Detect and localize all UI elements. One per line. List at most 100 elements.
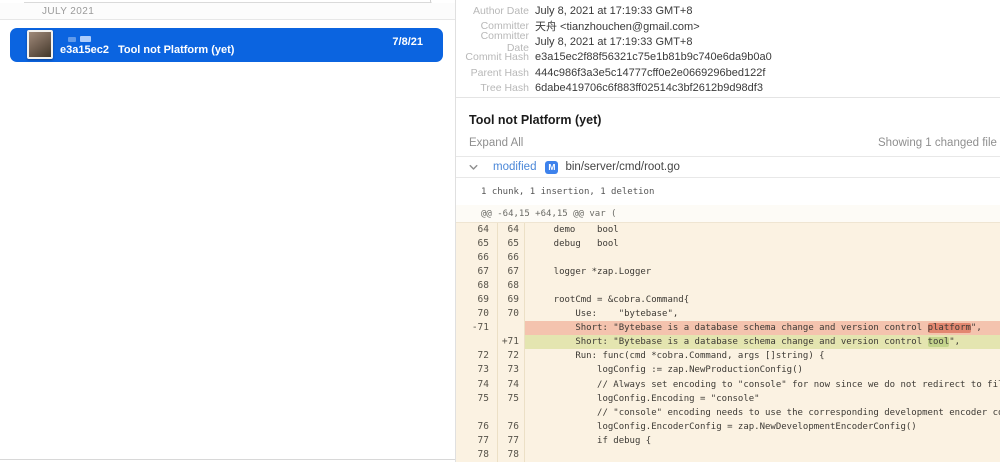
diff-row: 6565 debug bool	[456, 237, 1000, 251]
code-line: logger *zap.Logger	[525, 265, 1000, 279]
meta-label: Committer Date	[456, 30, 529, 54]
code-line: demo bool	[525, 223, 1000, 237]
meta-value: July 8, 2021 at 17:19:33 GMT+8	[535, 5, 692, 17]
commit-list-item-selected[interactable]: e3a15ec2 Tool not Platform (yet) 7/8/21	[10, 28, 443, 62]
diff-row: 6767 logger *zap.Logger	[456, 265, 1000, 279]
old-line-number: 68	[456, 279, 498, 293]
file-path[interactable]: bin/server/cmd/root.go	[565, 161, 679, 173]
changed-word-highlight: tool	[928, 337, 950, 347]
changed-file-header[interactable]: modified M bin/server/cmd/root.go	[456, 156, 1000, 178]
diff-row: 7777 if debug {	[456, 434, 1000, 448]
commit-summary-line: e3a15ec2 Tool not Platform (yet)	[60, 44, 234, 56]
timeline-section-header: JULY 2021	[0, 3, 455, 20]
commit-list-panel: JULY 2021 e3a15ec2 Tool not Platform (yet…	[0, 0, 455, 462]
expand-all-button[interactable]: Expand All	[469, 137, 523, 149]
new-line-number: +71	[498, 335, 525, 349]
meta-label: Tree Hash	[456, 82, 529, 94]
new-line-number	[498, 321, 525, 335]
diff-table: 6464 demo bool6565 debug bool66666767 lo…	[456, 223, 1000, 462]
commit-author-redacted-chip	[80, 36, 91, 42]
old-line-number	[456, 335, 498, 349]
meta-value: 天舟 <tianzhouchen@gmail.com>	[535, 18, 700, 34]
new-line-number: 67	[498, 265, 525, 279]
diff-row: -71 Short: "Bytebase is a database schem…	[456, 321, 1000, 335]
chevron-down-icon[interactable]	[468, 162, 479, 173]
new-line-number: 73	[498, 363, 525, 377]
code-line: logConfig.EncoderConfig = zap.NewDevelop…	[525, 420, 1000, 434]
commit-metadata: Author Date July 8, 2021 at 17:19:33 GMT…	[456, 3, 1000, 96]
code-line: Use: "bytebase",	[525, 307, 1000, 321]
code-line: Short: "Bytebase is a database schema ch…	[525, 321, 1000, 335]
meta-row: Commit Hash e3a15ec2f88f56321c75e1b81b9c…	[456, 50, 1000, 66]
bottom-divider	[0, 459, 455, 460]
old-line-number: 77	[456, 434, 498, 448]
changed-word-highlight: platform	[928, 323, 971, 333]
meta-label: Commit Hash	[456, 51, 529, 63]
code-line: logConfig.Encoding = "console"	[525, 392, 1000, 406]
commit-message: Tool not Platform (yet)	[118, 44, 235, 56]
meta-value: 6dabe419706c6f883ff02514c3bf2612b9d98df3	[535, 82, 763, 94]
old-line-number: 74	[456, 378, 498, 392]
old-line-number: 78	[456, 448, 498, 462]
new-line-number: 66	[498, 251, 525, 265]
diff-row: 7575 logConfig.Encoding = "console"	[456, 392, 1000, 406]
changes-summary: Showing 1 changed file with 1 add	[878, 137, 1000, 149]
code-line	[525, 279, 1000, 293]
new-line-number: 69	[498, 293, 525, 307]
old-line-number: 66	[456, 251, 498, 265]
old-line-number: 76	[456, 420, 498, 434]
modified-badge: M	[545, 161, 558, 174]
diff-row: 7676 logConfig.EncoderConfig = zap.NewDe…	[456, 420, 1000, 434]
commit-short-hash: e3a15ec2	[60, 44, 109, 56]
meta-row: Committer 天舟 <tianzhouchen@gmail.com>	[456, 19, 1000, 35]
diff-row: 6464 demo bool	[456, 223, 1000, 237]
new-line-number: 72	[498, 349, 525, 363]
code-line	[525, 251, 1000, 265]
new-line-number: 78	[498, 448, 525, 462]
diff-row: 6666	[456, 251, 1000, 265]
old-line-number	[456, 406, 498, 420]
old-line-number: 75	[456, 392, 498, 406]
code-line: // Always set encoding to "console" for …	[525, 378, 1000, 392]
old-line-number: 70	[456, 307, 498, 321]
diff-row: +71 Short: "Bytebase is a database schem…	[456, 335, 1000, 349]
old-line-number: 73	[456, 363, 498, 377]
new-line-number: 65	[498, 237, 525, 251]
commit-author-redacted-chip	[68, 37, 76, 42]
hunk-header-band: @@ -64,15 +64,15 @@ var (	[456, 205, 1000, 223]
section-divider	[456, 97, 1000, 98]
diff-row: 7373 logConfig := zap.NewProductionConfi…	[456, 363, 1000, 377]
diff-row: 7272 Run: func(cmd *cobra.Command, args …	[456, 349, 1000, 363]
code-line: if debug {	[525, 434, 1000, 448]
code-line: Run: func(cmd *cobra.Command, args []str…	[525, 349, 1000, 363]
chunk-summary: 1 chunk, 1 insertion, 1 deletion	[481, 187, 654, 197]
meta-row: Committer Date July 8, 2021 at 17:19:33 …	[456, 34, 1000, 50]
old-line-number: 65	[456, 237, 498, 251]
code-line: // "console" encoding needs to use the c…	[525, 406, 1000, 420]
meta-label: Author Date	[456, 5, 529, 17]
new-line-number	[498, 406, 525, 420]
meta-row: Tree Hash 6dabe419706c6f883ff02514c3bf26…	[456, 81, 1000, 97]
commit-message-title: Tool not Platform (yet)	[469, 113, 601, 127]
meta-label: Parent Hash	[456, 67, 529, 79]
meta-value: 444c986f3a3e5c14777cff0e2e0669296bed122f	[535, 67, 765, 79]
diff-row: 6969 rootCmd = &cobra.Command{	[456, 293, 1000, 307]
new-line-number: 77	[498, 434, 525, 448]
new-line-number: 76	[498, 420, 525, 434]
code-line	[525, 448, 1000, 462]
code-line: logConfig := zap.NewProductionConfig()	[525, 363, 1000, 377]
diff-row: 7878	[456, 448, 1000, 462]
code-line: debug bool	[525, 237, 1000, 251]
code-line: rootCmd = &cobra.Command{	[525, 293, 1000, 307]
new-line-number: 68	[498, 279, 525, 293]
new-line-number: 64	[498, 223, 525, 237]
new-line-number: 75	[498, 392, 525, 406]
new-line-number: 70	[498, 307, 525, 321]
old-line-number: 64	[456, 223, 498, 237]
meta-value: July 8, 2021 at 17:19:33 GMT+8	[535, 36, 692, 48]
diff-row: // "console" encoding needs to use the c…	[456, 406, 1000, 420]
commit-date: 7/8/21	[392, 36, 423, 48]
file-status-label: modified	[493, 161, 536, 173]
app-window: JULY 2021 e3a15ec2 Tool not Platform (yet…	[0, 0, 1000, 462]
diff-row: 7070 Use: "bytebase",	[456, 307, 1000, 321]
